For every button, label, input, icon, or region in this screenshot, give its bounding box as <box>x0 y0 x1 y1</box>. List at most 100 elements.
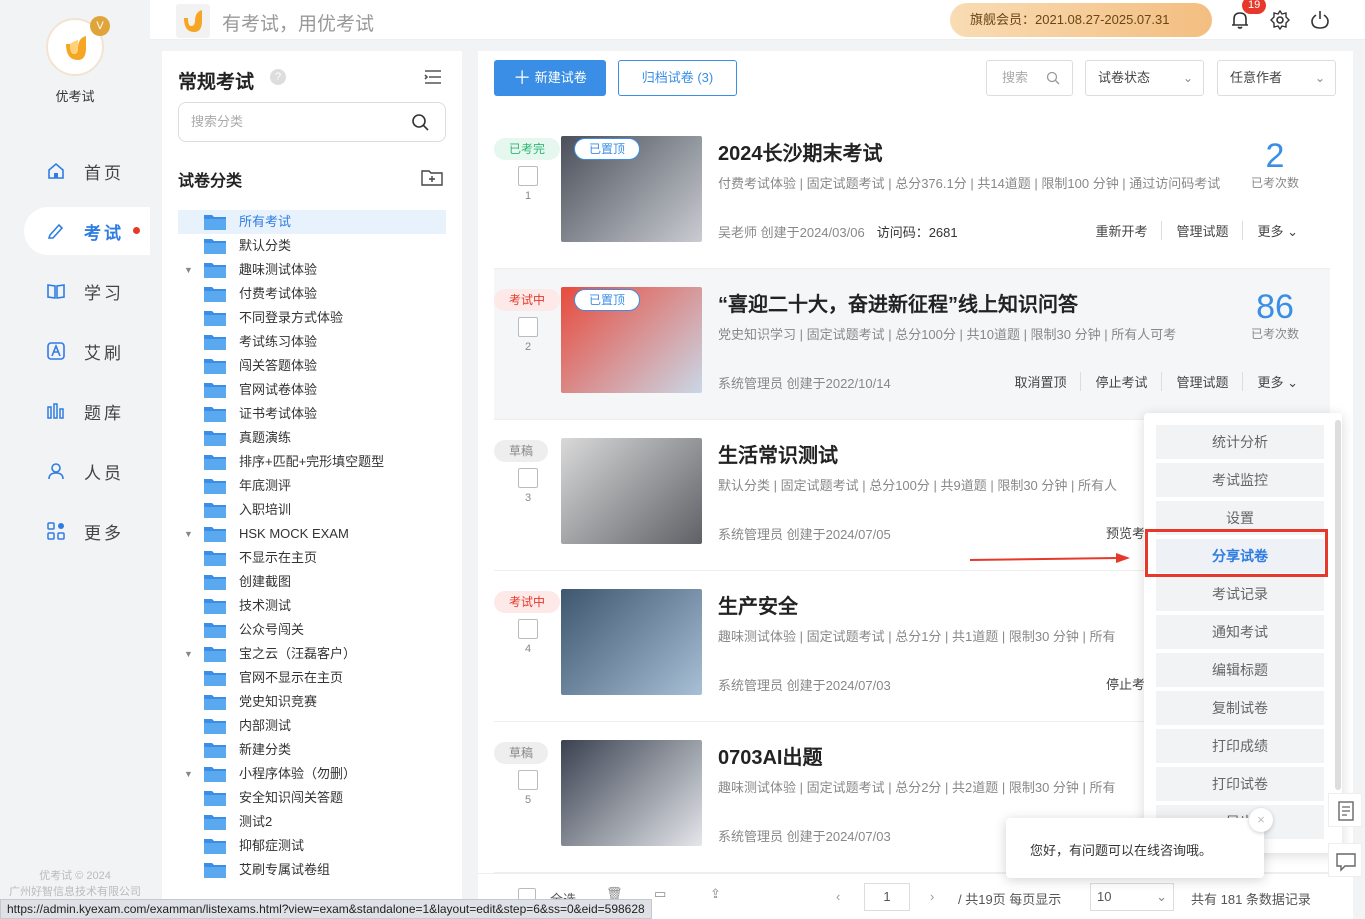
nav-home[interactable]: 首页 <box>24 147 150 195</box>
status-select[interactable]: 试卷状态 ⌄ <box>1085 60 1204 96</box>
category-item[interactable]: 艾刷专属试卷组 <box>178 858 446 882</box>
exam-title[interactable]: 0703AI出题 <box>718 741 823 770</box>
exam-thumbnail[interactable] <box>561 740 702 846</box>
exam-row[interactable]: 1 2024长沙期末考试 已考完 已置顶 付费考试体验 | 固定试题考试 | 总分376… <box>494 118 1330 269</box>
category-item[interactable]: 年底测评 <box>178 474 446 498</box>
category-item[interactable]: 付费考试体验 <box>178 282 446 306</box>
row-checkbox[interactable] <box>518 166 538 186</box>
power-icon[interactable] <box>1310 10 1330 30</box>
dropdown-scrollbar[interactable] <box>1335 420 1341 790</box>
exam-title[interactable]: 生活常识测试 <box>718 439 838 468</box>
category-item[interactable]: 证书考试体验 <box>178 402 446 426</box>
close-icon[interactable]: × <box>1249 808 1273 832</box>
exam-action-link[interactable]: 更多 ⌄ <box>1242 372 1312 391</box>
folder-icon[interactable]: ▭ <box>654 886 666 902</box>
page-input[interactable]: 1 <box>864 883 910 911</box>
exam-action-link[interactable]: 重新开考 <box>1081 221 1161 240</box>
dropdown-item[interactable]: 考试记录 <box>1156 577 1324 611</box>
nav-bank[interactable]: 题库 <box>24 387 150 435</box>
new-exam-button[interactable]: ＋ 新建试卷 <box>494 60 606 96</box>
vip-membership-badge[interactable]: 旗舰会员：2021.08.27-2025.07.31 <box>950 3 1212 37</box>
category-item[interactable]: ▼ 宝之云（汪磊客户） <box>178 642 446 666</box>
chevron-down-icon: ⌄ <box>1156 889 1167 904</box>
category-item[interactable]: 安全知识闯关答题 <box>178 786 446 810</box>
category-item[interactable]: 所有考试 <box>178 210 446 234</box>
category-item[interactable]: ▼ 小程序体验（勿删） <box>178 762 446 786</box>
category-item[interactable]: 创建截图 <box>178 570 446 594</box>
category-item[interactable]: 官网试卷体验 <box>178 378 446 402</box>
app-logo[interactable]: V <box>46 16 110 76</box>
dropdown-item[interactable]: 打印成绩 <box>1156 729 1324 763</box>
category-item[interactable]: 抑郁症测试 <box>178 834 446 858</box>
row-checkbox[interactable] <box>518 619 538 639</box>
category-item[interactable]: 新建分类 <box>178 738 446 762</box>
next-page-icon[interactable]: › <box>930 889 934 904</box>
category-item[interactable]: 排序+匹配+完形填空题型 <box>178 450 446 474</box>
dropdown-item[interactable]: 统计分析 <box>1156 425 1324 459</box>
dropdown-item[interactable]: 复制试卷 <box>1156 691 1324 725</box>
category-item[interactable]: 技术测试 <box>178 594 446 618</box>
exam-title[interactable]: “喜迎二十大，奋进新征程”线上知识问答 <box>718 288 1078 317</box>
exam-count-label: 已考次数 <box>1250 327 1299 341</box>
exam-title[interactable]: 2024长沙期末考试 <box>718 137 883 166</box>
prev-page-icon[interactable]: ‹ <box>836 889 840 904</box>
collapse-menu-icon[interactable] <box>424 69 442 85</box>
caret-down-icon[interactable]: ▼ <box>184 642 193 666</box>
exam-search-input[interactable]: 搜索 <box>986 60 1073 96</box>
category-item[interactable]: 真题演练 <box>178 426 446 450</box>
category-item[interactable]: ▼ 趣味测试体验 <box>178 258 446 282</box>
category-item[interactable]: 党史知识竞赛 <box>178 690 446 714</box>
export-icon[interactable]: ⇪ <box>710 886 721 902</box>
bank-icon <box>46 401 66 421</box>
search-icon[interactable] <box>411 113 429 131</box>
caret-down-icon[interactable]: ▼ <box>184 762 193 786</box>
category-item[interactable]: 测试2 <box>178 810 446 834</box>
exam-creator: 系统管理员 创建于2024/07/03 <box>718 826 891 845</box>
row-checkbox[interactable] <box>518 468 538 488</box>
folder-icon <box>204 359 226 374</box>
exam-thumbnail[interactable] <box>561 589 702 695</box>
gear-icon[interactable] <box>1270 10 1290 30</box>
exam-action-link[interactable]: 管理试题 <box>1161 372 1242 391</box>
author-select[interactable]: 任意作者 ⌄ <box>1217 60 1336 96</box>
page-size-select[interactable]: 10 ⌄ <box>1090 883 1174 911</box>
category-item[interactable]: 不同登录方式体验 <box>178 306 446 330</box>
category-item[interactable]: 闯关答题体验 <box>178 354 446 378</box>
exam-thumbnail[interactable] <box>561 438 702 544</box>
nav-more[interactable]: 更多 <box>24 507 150 555</box>
category-item[interactable]: 入职培训 <box>178 498 446 522</box>
caret-down-icon[interactable]: ▼ <box>184 258 193 282</box>
dropdown-item[interactable]: 编辑标题 <box>1156 653 1324 687</box>
nav-study[interactable]: 学习 <box>24 267 150 315</box>
category-item[interactable]: 内部测试 <box>178 714 446 738</box>
exam-action-link[interactable]: 停止考试 <box>1080 372 1161 391</box>
category-search-input[interactable]: 搜索分类 <box>178 102 446 142</box>
help-icon[interactable]: ? <box>270 69 286 85</box>
row-checkbox[interactable] <box>518 770 538 790</box>
category-item[interactable]: 考试练习体验 <box>178 330 446 354</box>
exam-action-link[interactable]: 管理试题 <box>1161 221 1242 240</box>
nav-aishua[interactable]: 艾刷 <box>24 327 150 375</box>
search-icon[interactable] <box>1046 71 1060 85</box>
category-item[interactable]: 不显示在主页 <box>178 546 446 570</box>
category-item[interactable]: ▼ HSK MOCK EXAM <box>178 522 446 546</box>
chat-popup[interactable]: 您好，有问题可以在线咨询哦。 <box>1006 818 1264 878</box>
row-checkbox[interactable] <box>518 317 538 337</box>
exam-title[interactable]: 生产安全 <box>718 590 798 619</box>
exam-action-link[interactable]: 更多 ⌄ <box>1242 221 1312 240</box>
category-item[interactable]: 官网不显示在主页 <box>178 666 446 690</box>
exam-action-link[interactable]: 取消置顶 <box>1000 372 1080 391</box>
caret-down-icon[interactable]: ▼ <box>184 522 193 546</box>
dropdown-item[interactable]: 考试监控 <box>1156 463 1324 497</box>
nav-people[interactable]: 人员 <box>24 447 150 495</box>
nav-exam[interactable]: 考试 <box>24 207 150 255</box>
side-chat-tool[interactable] <box>1328 843 1362 877</box>
side-doc-tool[interactable] <box>1328 793 1362 827</box>
add-folder-icon[interactable] <box>421 168 443 186</box>
category-item[interactable]: 默认分类 <box>178 234 446 258</box>
dropdown-item[interactable]: 通知考试 <box>1156 615 1324 649</box>
dropdown-item[interactable]: 打印试卷 <box>1156 767 1324 801</box>
exam-row[interactable]: 2 “喜迎二十大，奋进新征程”线上知识问答 考试中 已置顶 党史知识学习 | 固定试题考… <box>494 269 1330 420</box>
category-item[interactable]: 公众号闯关 <box>178 618 446 642</box>
archived-exams-button[interactable]: 归档试卷 (3) <box>618 60 737 96</box>
